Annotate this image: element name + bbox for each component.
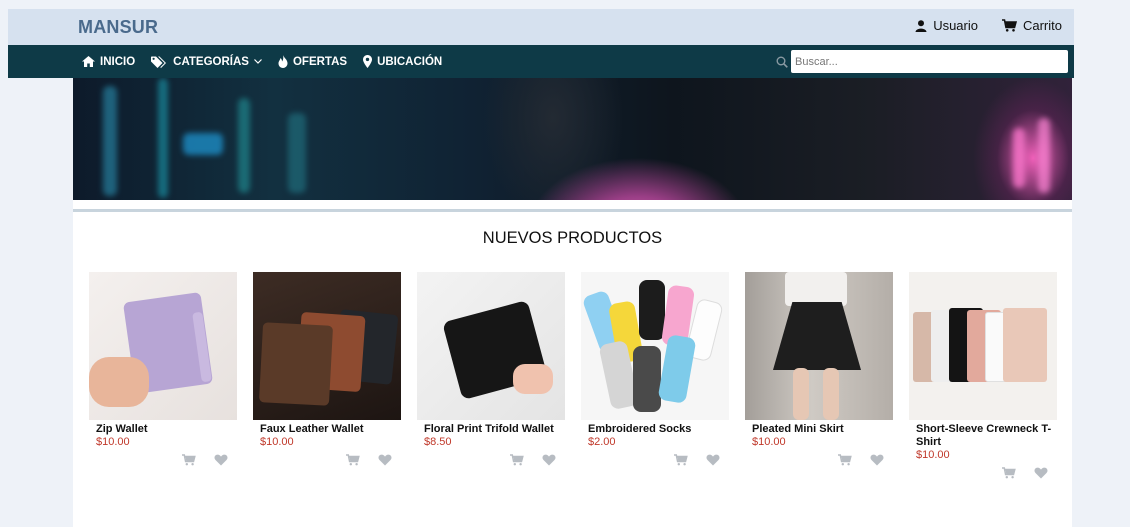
product-card[interactable]: Faux Leather Wallet $10.00 <box>253 272 401 466</box>
hand-shape <box>513 364 553 394</box>
product-image[interactable] <box>745 272 893 420</box>
product-name[interactable]: Zip Wallet <box>89 423 237 436</box>
nav-menu: INICIO CATEGORÍAS OFERTAS UBICACIÓN <box>82 45 442 78</box>
heart-icon[interactable] <box>542 454 556 466</box>
sock-shape <box>639 280 665 340</box>
nav-item-label: CATEGORÍAS <box>173 55 249 68</box>
banner-neon-light <box>238 98 250 193</box>
banner-neon-light <box>103 86 117 196</box>
product-name[interactable]: Floral Print Trifold Wallet <box>417 423 565 436</box>
top-bar: MANSUR Usuario Carrito <box>8 9 1074 45</box>
leg-shape <box>823 368 839 420</box>
product-price: $10.00 <box>260 436 294 448</box>
banner-neon-light <box>158 78 168 198</box>
add-to-cart-icon[interactable] <box>346 454 360 466</box>
nav-item-inicio[interactable]: INICIO <box>82 56 135 68</box>
leg-shape <box>793 368 809 420</box>
section-title: NUEVOS PRODUCTOS <box>482 229 663 247</box>
product-price: $10.00 <box>752 436 786 448</box>
product-actions <box>745 454 893 466</box>
cart-link[interactable]: Carrito <box>1001 18 1062 33</box>
product-name[interactable]: Faux Leather Wallet <box>253 423 401 436</box>
nav-item-label: INICIO <box>100 55 136 68</box>
tshirt-shape <box>1003 308 1047 382</box>
cart-icon <box>1001 19 1017 32</box>
map-marker-icon <box>363 55 373 68</box>
user-link[interactable]: Usuario <box>915 18 978 33</box>
fire-icon <box>278 55 288 68</box>
heart-icon[interactable] <box>706 454 720 466</box>
wallet-shape <box>258 322 334 406</box>
shirt-shape <box>785 272 847 306</box>
product-actions <box>909 467 1057 479</box>
heart-icon[interactable] <box>870 454 884 466</box>
chevron-down-icon <box>254 59 262 64</box>
add-to-cart-icon[interactable] <box>182 454 196 466</box>
product-actions <box>253 454 401 466</box>
home-icon <box>82 56 95 67</box>
search-input[interactable] <box>791 50 1068 73</box>
main-navbar: INICIO CATEGORÍAS OFERTAS UBICACIÓN Busc… <box>8 45 1074 78</box>
top-actions: Usuario Carrito <box>915 18 1062 33</box>
heart-icon[interactable] <box>378 454 392 466</box>
add-to-cart-icon[interactable] <box>674 454 688 466</box>
add-to-cart-icon[interactable] <box>510 454 524 466</box>
product-actions <box>581 454 729 466</box>
product-card[interactable]: Short-Sleeve Crewneck T-Shirt $10.00 <box>909 272 1057 479</box>
banner-neon-light <box>1013 128 1025 188</box>
product-price: $2.00 <box>588 436 616 448</box>
product-name[interactable]: Pleated Mini Skirt <box>745 423 893 436</box>
banner-neon-light <box>1038 118 1050 193</box>
product-image[interactable] <box>581 272 729 420</box>
nav-item-label: OFERTAS <box>292 55 348 68</box>
hero-banner-image <box>73 78 1072 200</box>
product-actions <box>417 454 565 466</box>
product-name[interactable]: Embroidered Socks <box>581 423 729 436</box>
banner-divider <box>73 200 1072 212</box>
skirt-shape <box>773 302 861 370</box>
product-actions <box>89 454 237 466</box>
product-image[interactable] <box>909 272 1057 420</box>
add-to-cart-icon[interactable] <box>838 454 852 466</box>
product-card[interactable]: Pleated Mini Skirt $10.00 <box>745 272 893 466</box>
nav-item-ofertas[interactable]: OFERTAS <box>278 55 347 68</box>
banner-neon-light <box>183 133 223 155</box>
product-card[interactable]: Floral Print Trifold Wallet $8.50 <box>417 272 565 466</box>
user-icon <box>915 19 927 32</box>
product-price: $8.50 <box>424 436 452 448</box>
sock-shape <box>657 334 697 404</box>
heart-icon[interactable] <box>214 454 228 466</box>
product-card[interactable]: Zip Wallet $10.00 <box>89 272 237 466</box>
nav-item-categorias[interactable]: CATEGORÍAS <box>151 56 262 68</box>
user-label: Usuario <box>933 18 978 33</box>
product-name[interactable]: Short-Sleeve Crewneck T-Shirt <box>909 423 1057 449</box>
product-image[interactable] <box>89 272 237 420</box>
product-price: $10.00 <box>916 449 950 461</box>
banner-neon-light <box>288 113 306 193</box>
search-icon <box>776 56 788 68</box>
product-card[interactable]: Embroidered Socks $2.00 <box>581 272 729 466</box>
heart-icon[interactable] <box>1034 467 1048 479</box>
product-image[interactable] <box>253 272 401 420</box>
nav-item-label: UBICACIÓN <box>377 55 443 68</box>
sock-shape <box>633 346 661 412</box>
search-button[interactable] <box>772 50 791 73</box>
nav-item-ubicacion[interactable]: UBICACIÓN <box>363 55 442 68</box>
search-bar <box>772 50 1068 73</box>
tags-icon <box>151 56 167 68</box>
hand-shape <box>89 357 149 407</box>
add-to-cart-icon[interactable] <box>1002 467 1016 479</box>
brand-logo[interactable]: MANSUR <box>78 17 158 38</box>
product-image[interactable] <box>417 272 565 420</box>
products-section: NUEVOS PRODUCTOS Zip Wallet $10.00 Faux … <box>73 212 1072 527</box>
cart-label: Carrito <box>1022 18 1062 33</box>
product-price: $10.00 <box>96 436 130 448</box>
